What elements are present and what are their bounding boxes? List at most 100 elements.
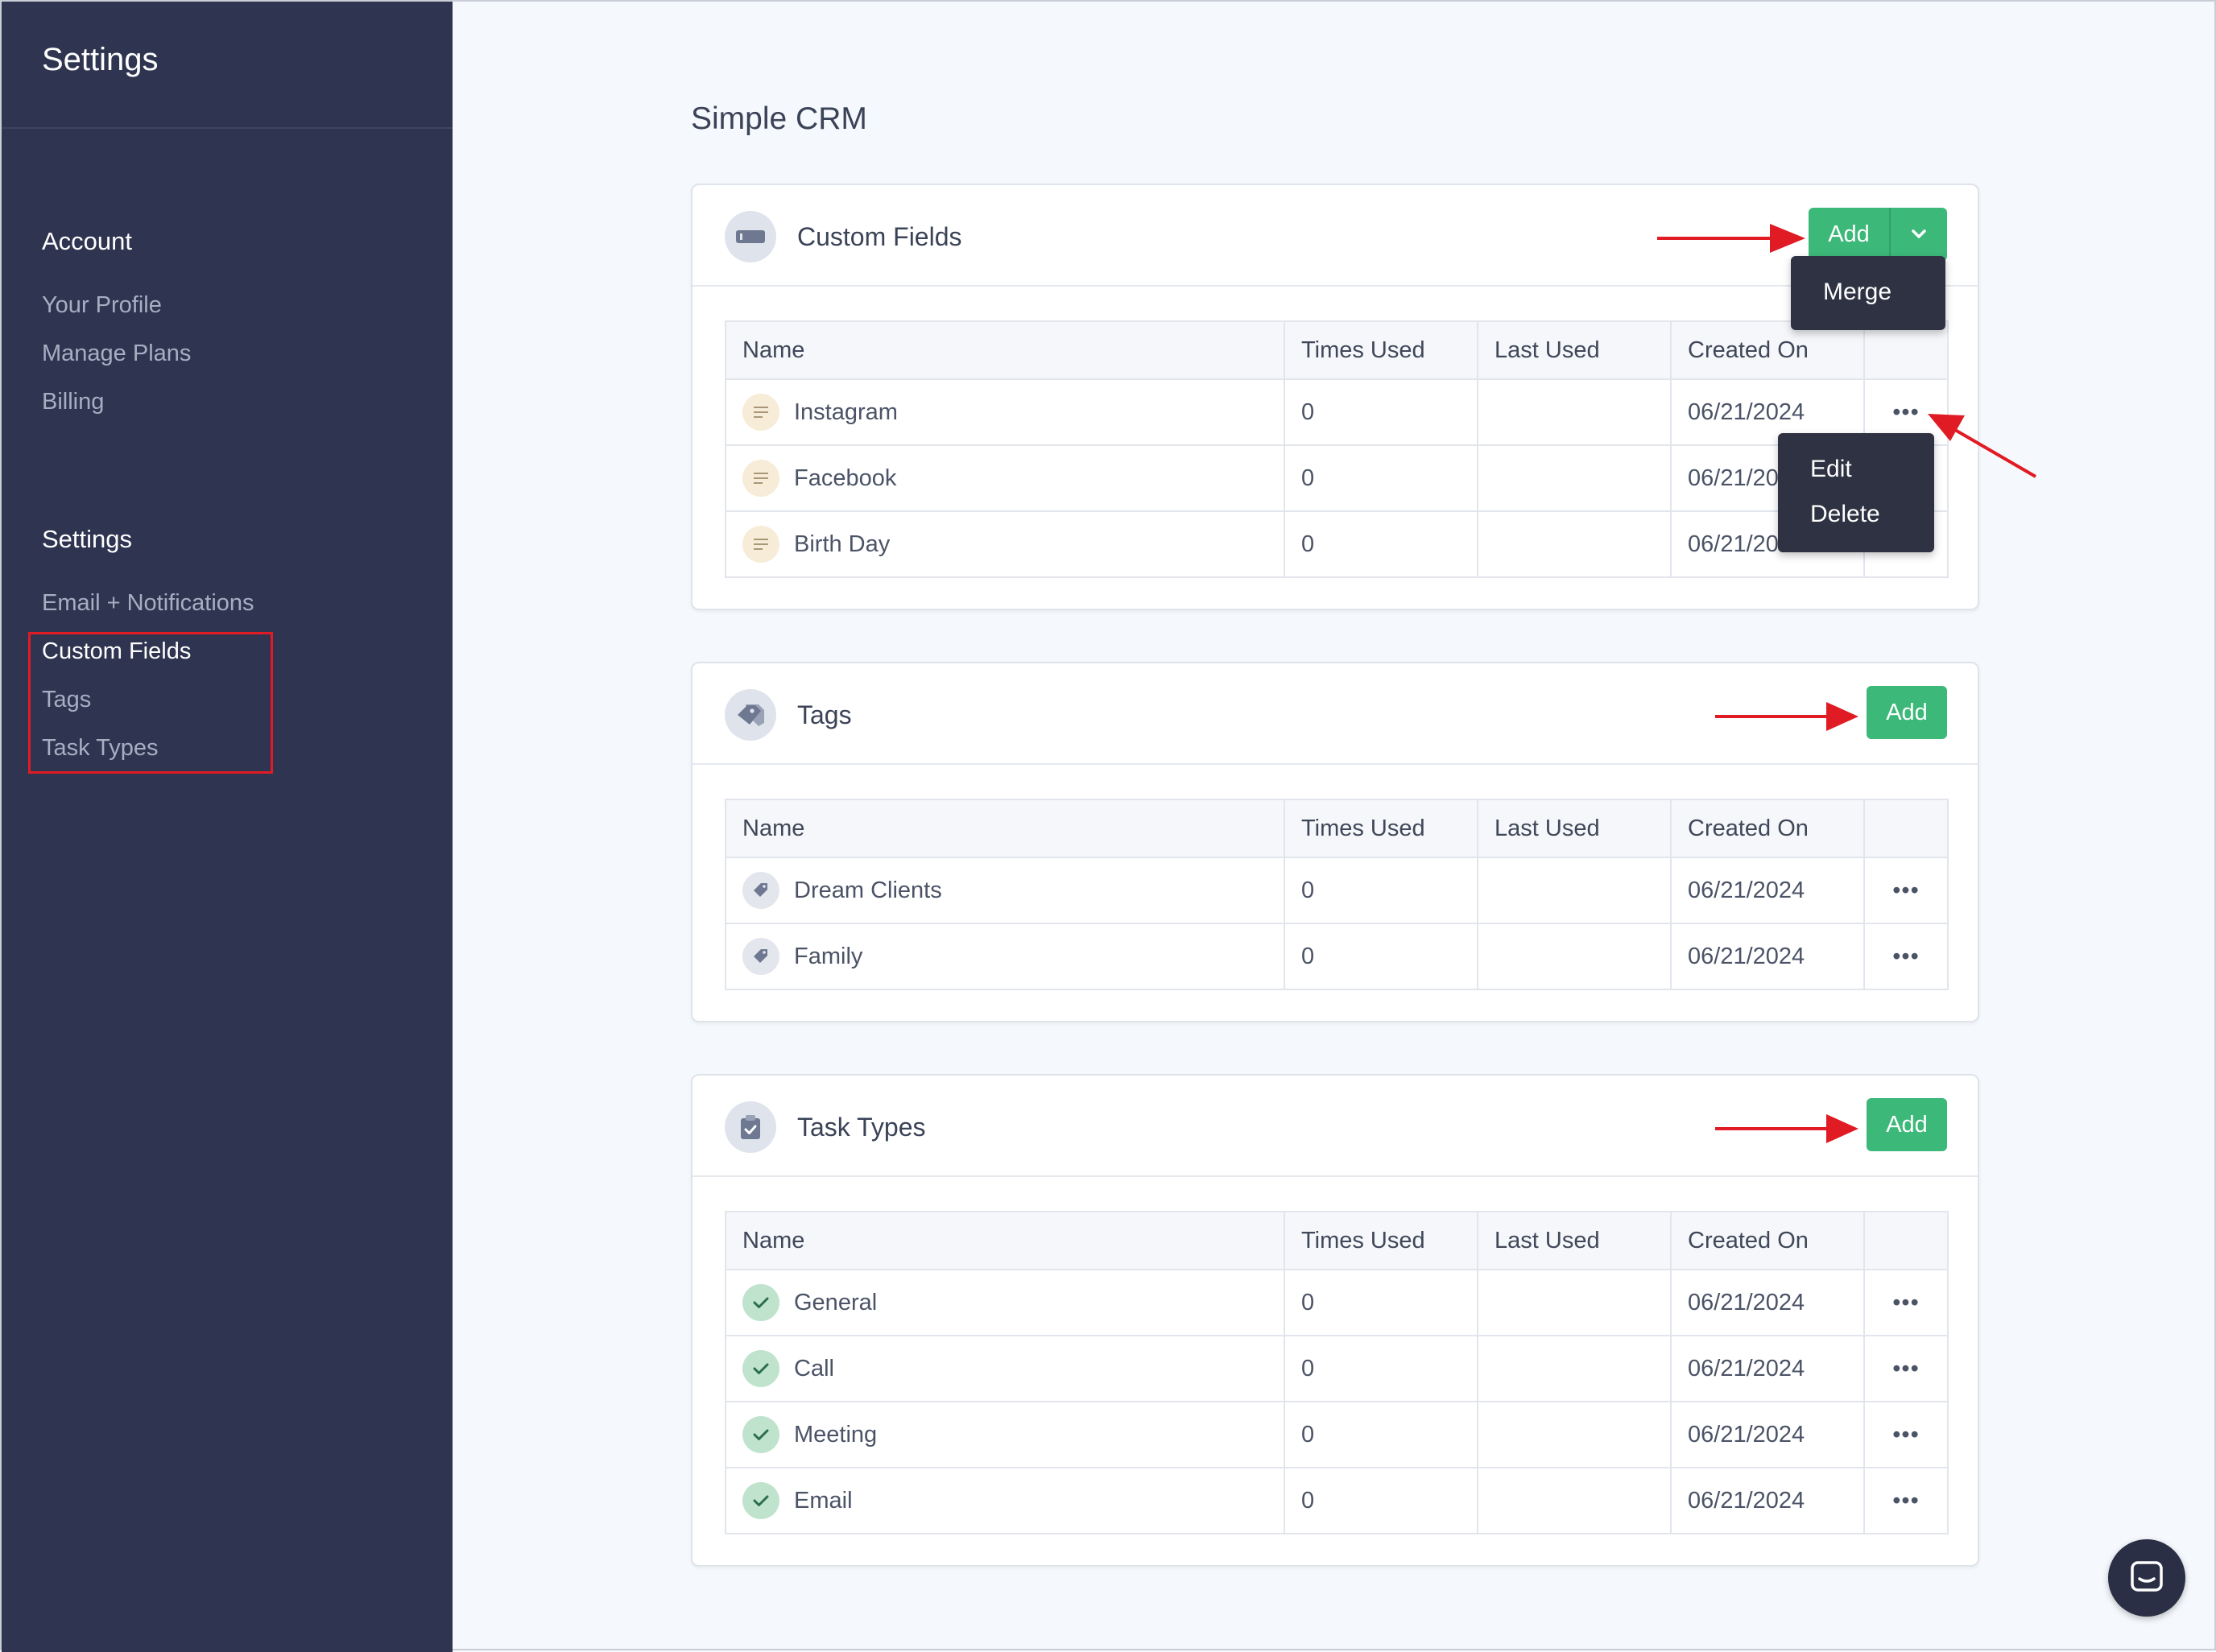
table-row: Family 0 06/21/2024 •••: [725, 923, 1949, 990]
row-name: Dream Clients: [794, 877, 942, 903]
row-last-used: [1477, 1401, 1672, 1468]
input-field-icon: [725, 211, 776, 262]
custom-fields-title: Custom Fields: [797, 222, 962, 251]
row-name: Meeting: [794, 1421, 878, 1448]
row-created-on: 06/21/2024: [1670, 857, 1865, 924]
row-actions-button[interactable]: •••: [1863, 857, 1949, 924]
custom-fields-table: Name Times Used Last Used Created On Ins…: [725, 320, 1949, 578]
add-custom-field-split-button: Add: [1809, 208, 1947, 261]
row-last-used: [1477, 1467, 1672, 1534]
table-row: Email 0 06/21/2024 •••: [725, 1467, 1949, 1534]
sidebar-item-email-notifications[interactable]: Email + Notifications: [42, 590, 254, 617]
tags-title: Tags: [797, 700, 852, 729]
table-row: General 0 06/21/2024 •••: [725, 1269, 1949, 1336]
column-header-last-used: Last Used: [1477, 320, 1672, 380]
account-heading: Account: [42, 227, 133, 255]
row-name: Birth Day: [794, 531, 891, 557]
row-name: Instagram: [794, 399, 898, 425]
table-row: Instagram 0 06/21/2024 •••: [725, 378, 1949, 446]
sidebar-item-manage-plans[interactable]: Manage Plans: [42, 341, 191, 367]
sidebar-title: Settings: [42, 42, 159, 77]
row-created-on: 06/21/2024: [1670, 1269, 1865, 1336]
row-name: Family: [794, 943, 863, 969]
custom-fields-header: Custom Fields Add: [692, 185, 1978, 287]
row-times-used: 0: [1284, 1335, 1478, 1402]
check-icon: [742, 1416, 779, 1453]
add-custom-field-button[interactable]: Add: [1809, 208, 1889, 261]
row-last-used: [1477, 1335, 1672, 1402]
tag-icon: [742, 938, 779, 975]
table-header-row: Name Times Used Last Used Created On: [725, 799, 1949, 858]
row-last-used: [1477, 1269, 1672, 1336]
row-last-used: [1477, 510, 1672, 578]
row-times-used: 0: [1284, 1467, 1478, 1534]
page-title: Simple CRM: [691, 101, 867, 136]
chat-bubble-icon: [2131, 1561, 2163, 1592]
check-icon: [742, 1350, 779, 1387]
row-last-used: [1477, 378, 1672, 446]
row-times-used: 0: [1284, 1401, 1478, 1468]
column-header-created-on: Created On: [1670, 1211, 1865, 1270]
row-last-used: [1477, 444, 1672, 512]
table-header-row: Name Times Used Last Used Created On: [725, 320, 1949, 380]
menu-item-delete[interactable]: Delete: [1810, 501, 1880, 528]
row-created-on: 06/21/2024: [1670, 1335, 1865, 1402]
row-times-used: 0: [1284, 444, 1478, 512]
row-created-on: 06/21/2024: [1670, 1467, 1865, 1534]
row-name: General: [794, 1289, 878, 1315]
task-types-table: Name Times Used Last Used Created On Gen…: [725, 1211, 1949, 1534]
task-clipboard-icon: [725, 1101, 776, 1153]
column-header-created-on: Created On: [1670, 799, 1865, 858]
row-last-used: [1477, 923, 1672, 990]
table-row: Dream Clients 0 06/21/2024 •••: [725, 857, 1949, 924]
tags-icon: [725, 689, 776, 741]
tags-card: Tags Add Name Times Used Last Used Creat…: [691, 662, 1979, 1022]
row-actions-button[interactable]: •••: [1863, 1269, 1949, 1336]
add-tag-button[interactable]: Add: [1867, 686, 1947, 739]
row-name: Call: [794, 1355, 834, 1381]
row-last-used: [1477, 857, 1672, 924]
annotation-highlight-box: [28, 632, 273, 774]
row-times-used: 0: [1284, 1269, 1478, 1336]
table-header-row: Name Times Used Last Used Created On: [725, 1211, 1949, 1270]
column-header-actions: [1863, 799, 1949, 858]
row-created-on: 06/21/2024: [1670, 1401, 1865, 1468]
row-times-used: 0: [1284, 378, 1478, 446]
column-header-last-used: Last Used: [1477, 1211, 1672, 1270]
text-lines-icon: [742, 394, 779, 431]
row-actions-menu: Edit Delete: [1778, 433, 1934, 552]
table-row: Facebook 0 06/21/2024 •••: [725, 444, 1949, 512]
menu-item-merge[interactable]: Merge: [1823, 279, 1891, 306]
sidebar-item-your-profile[interactable]: Your Profile: [42, 292, 162, 319]
row-name: Email: [794, 1487, 853, 1514]
column-header-name: Name: [725, 1211, 1285, 1270]
add-task-type-button[interactable]: Add: [1867, 1098, 1947, 1151]
column-header-times-used: Times Used: [1284, 799, 1478, 858]
tag-icon: [742, 872, 779, 909]
row-actions-button[interactable]: •••: [1863, 1335, 1949, 1402]
column-header-times-used: Times Used: [1284, 1211, 1478, 1270]
sidebar-divider: [2, 127, 453, 129]
table-row: Call 0 06/21/2024 •••: [725, 1335, 1949, 1402]
row-name: Facebook: [794, 465, 897, 491]
task-types-title: Task Types: [797, 1113, 926, 1142]
column-header-name: Name: [725, 320, 1285, 380]
table-row: Meeting 0 06/21/2024 •••: [725, 1401, 1949, 1468]
chat-launcher-button[interactable]: [2108, 1539, 2185, 1617]
row-actions-button[interactable]: •••: [1863, 923, 1949, 990]
column-header-name: Name: [725, 799, 1285, 858]
check-icon: [742, 1482, 779, 1519]
row-created-on: 06/21/2024: [1670, 923, 1865, 990]
add-dropdown-menu: Merge: [1791, 256, 1945, 330]
settings-sidebar: Settings Account Your Profile Manage Pla…: [2, 2, 453, 1652]
sidebar-item-billing[interactable]: Billing: [42, 389, 104, 415]
row-actions-button[interactable]: •••: [1863, 1401, 1949, 1468]
menu-item-edit[interactable]: Edit: [1810, 456, 1852, 483]
tags-table: Name Times Used Last Used Created On Dre…: [725, 799, 1949, 990]
tags-header: Tags Add: [692, 663, 1978, 765]
row-times-used: 0: [1284, 923, 1478, 990]
table-row: Birth Day 0 06/21/2024 •••: [725, 510, 1949, 578]
chevron-down-icon[interactable]: [1891, 208, 1947, 261]
row-actions-button[interactable]: •••: [1863, 1467, 1949, 1534]
column-header-last-used: Last Used: [1477, 799, 1672, 858]
